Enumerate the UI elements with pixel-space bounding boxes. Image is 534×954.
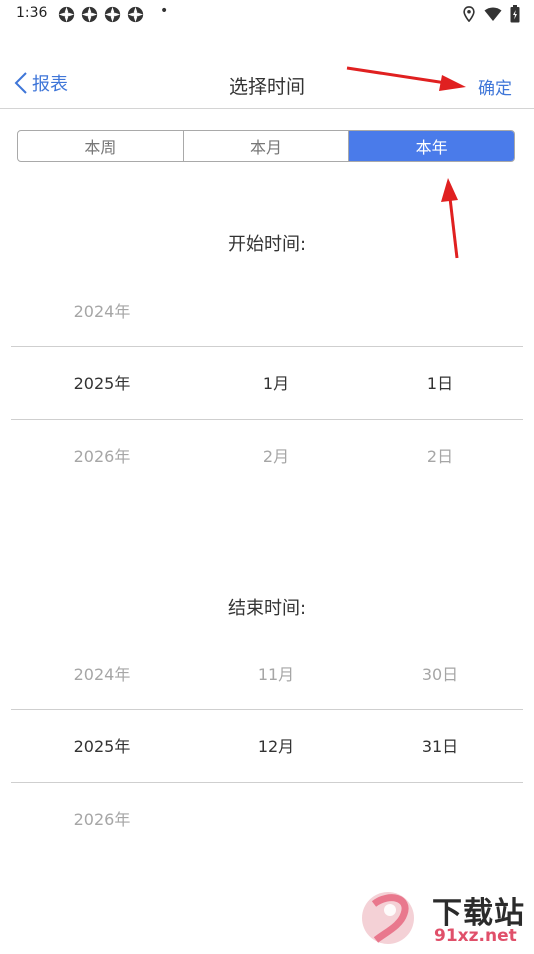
watermark: 下载站 91xz.net (360, 884, 534, 950)
arrow-to-this-year-icon (441, 178, 459, 259)
annotation-overlay (346, 66, 466, 259)
arrow-to-confirm-icon (346, 66, 466, 91)
watermark-url: 91xz.net (434, 926, 517, 946)
